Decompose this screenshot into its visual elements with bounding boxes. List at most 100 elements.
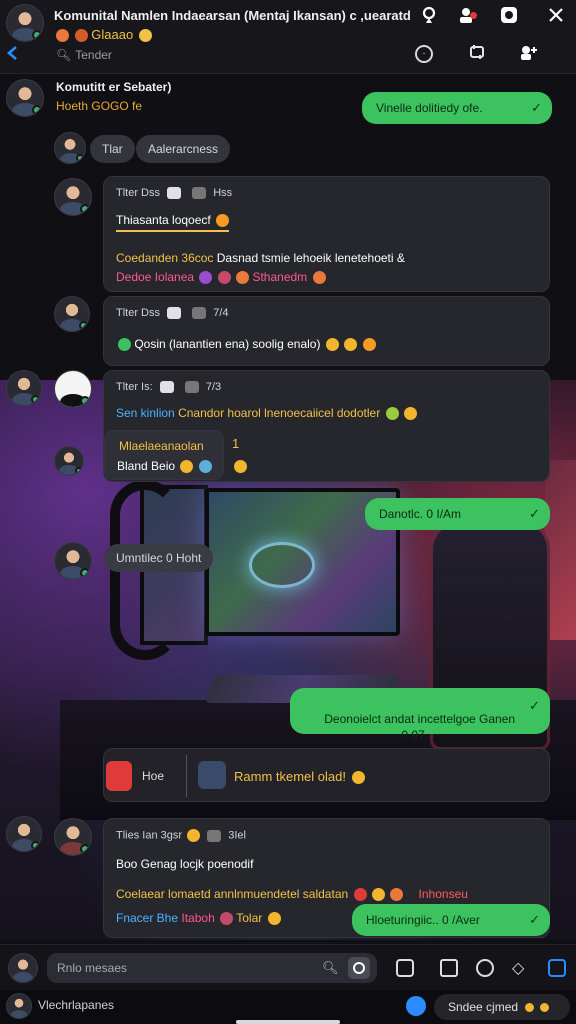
outgoing-message[interactable]: Danotlc. 0 I/Am ✓: [365, 498, 550, 530]
send-icon[interactable]: [548, 959, 566, 977]
footer-bar: Vlechrlapanes Sndee cjmed: [0, 990, 576, 1024]
message-header: Tlter Is: 7/3: [116, 381, 221, 394]
emoji-icon: [525, 1003, 535, 1013]
text-span: Boo Genag locjk poenodif: [116, 857, 254, 871]
footer-input[interactable]: Sndee cjmed: [434, 994, 570, 1020]
emoji-smile-icon[interactable]: ·: [413, 43, 435, 65]
group-name: Komutitt er Sebater): [56, 80, 172, 94]
chat-area[interactable]: Komutitt er Sebater) Hoeth GOGO fe Vinel…: [0, 74, 576, 944]
call-icon[interactable]: [418, 6, 440, 28]
member-avatar[interactable]: [6, 370, 42, 406]
text-span: Itaboh: [181, 911, 215, 925]
text-span: Coelaear lomaetd annlnmuendetel saldatan: [116, 887, 349, 901]
quote-text: Mlaelaeanaolan: [119, 439, 204, 453]
message-text: Coedanden 36coc Dasnad tsmie lehoeik len…: [116, 251, 405, 265]
emoji-icon: [403, 407, 417, 421]
attachment-icon[interactable]: [396, 959, 414, 977]
outgoing-message[interactable]: Vinelle dolitiedy ofe. ✓: [362, 92, 552, 124]
emoji-icon: [236, 271, 250, 285]
emoji-icon: [74, 29, 88, 43]
emoji-icon: [353, 888, 367, 902]
text-span: Dedoe Iolanea: [116, 270, 195, 284]
emoji-icon: [220, 912, 234, 926]
refresh-icon[interactable]: [466, 43, 488, 65]
reaction-pill[interactable]: Aalerarcness: [136, 135, 231, 163]
member-avatar[interactable]: [6, 816, 42, 852]
text-span: Tolar: [236, 911, 263, 925]
text-span: Coedanden 36coc: [116, 251, 214, 265]
reaction-pill[interactable]: Tlar: [90, 135, 135, 163]
message-text: Boo Genag locjk poenodif: [116, 857, 253, 871]
message-bubble[interactable]: Tlter Dss Hss Thiasanta loqoecf Coedande…: [103, 176, 550, 292]
message-text: Sen kinlion Cnandor hoarol lnenoecaiicel…: [116, 406, 417, 421]
camera-icon[interactable]: [348, 957, 370, 979]
text-span: Fnacer Bhe: [116, 911, 179, 925]
emoji-icon: [390, 888, 404, 902]
input-bar: Rnlo mesaes 🔍︎ ◇: [0, 944, 576, 990]
outgoing-message[interactable]: Hloeturingiic.. 0 /Aver ✓: [352, 904, 550, 936]
group-avatar[interactable]: [6, 4, 44, 42]
badge-icon: [184, 381, 199, 394]
search-field[interactable]: 🔍︎ Tender: [56, 48, 112, 62]
quoted-text: Thiasanta loqoecf: [116, 213, 230, 233]
emoji-icon: [312, 271, 326, 285]
text-span: Ramm tkemel olad!: [234, 769, 346, 784]
badge-icon: [192, 307, 207, 320]
chat-subtitle: Glaaao: [54, 27, 152, 43]
check-icon: ✓: [529, 912, 540, 927]
emoji-icon: [56, 29, 69, 43]
message-text: Vinelle dolitiedy ofe.: [376, 101, 483, 115]
emoji-icon: [362, 338, 376, 352]
message-text: Bland Beio: [117, 459, 212, 474]
sender-name: Tlter Is:: [116, 381, 153, 393]
badge-icon: [167, 187, 182, 200]
location-icon[interactable]: [406, 996, 426, 1016]
member-avatar[interactable]: [54, 296, 90, 332]
footer-input-text: Sndee cjmed: [448, 1000, 519, 1014]
self-avatar[interactable]: [8, 953, 38, 983]
emoji-icon: [180, 460, 194, 474]
member-avatar[interactable]: [6, 993, 32, 1019]
member-avatar[interactable]: [54, 542, 92, 580]
close-icon[interactable]: [545, 6, 567, 28]
add-member-icon[interactable]: [518, 43, 540, 65]
screenshot-icon[interactable]: [498, 6, 520, 28]
message-text: Coelaear lomaetd annlnmuendetel saldatan…: [116, 887, 468, 902]
text-span: Bland Beio: [117, 459, 176, 473]
member-avatar[interactable]: [54, 132, 86, 164]
subtitle-text: Glaaao: [91, 27, 134, 42]
emoji-icon: [539, 1003, 549, 1013]
search-icon[interactable]: 🔍︎: [322, 960, 339, 976]
badge-icon: [207, 829, 222, 842]
reply-card[interactable]: Hoe Ramm tkemel olad!: [103, 748, 550, 802]
message-header: Tlies Ian 3gsr 3Iel: [116, 829, 246, 842]
pin-icon[interactable]: ◇: [512, 958, 524, 978]
footer-label[interactable]: Vlechrlapanes: [38, 998, 114, 1012]
member-avatar[interactable]: [6, 79, 44, 117]
emoji-icon: [216, 214, 230, 228]
emoji-icon: [217, 271, 231, 285]
badge-icon: [167, 307, 182, 320]
emoji-icon: [138, 29, 152, 43]
home-indicator[interactable]: [236, 1020, 340, 1024]
check-icon: ✓: [531, 100, 542, 115]
message-meta: Hss: [213, 187, 233, 199]
message-bubble[interactable]: Tlter Dss 7/4 Qosin (lanantien ena) sool…: [103, 296, 550, 366]
system-pill[interactable]: Umntilec 0 Hoht: [104, 544, 214, 572]
member-avatar[interactable]: [54, 818, 92, 856]
member-avatar[interactable]: [54, 446, 84, 476]
emoji-icon: [344, 338, 358, 352]
emoji-icon: [234, 460, 247, 473]
emoji-icon: [325, 338, 339, 352]
sender-name: Tlter Dss: [116, 307, 160, 319]
quoted-reply[interactable]: Mlaelaeanaolan Bland Beio: [104, 430, 224, 480]
outgoing-message[interactable]: Deonoielct andat incettelgoe Ganen 0 07 …: [290, 688, 550, 742]
member-avatar[interactable]: [54, 370, 92, 408]
gallery-icon[interactable]: [440, 959, 458, 977]
member-avatar[interactable]: [54, 178, 92, 216]
sticker-icon[interactable]: [476, 959, 494, 977]
back-arrow-icon[interactable]: [6, 45, 20, 65]
message-text: Ramm tkemel olad!: [234, 769, 365, 785]
chat-title[interactable]: Komunital Namlen Indaearsan (Mentaj Ikan…: [54, 8, 410, 23]
group-status: Hoeth GOGO fe: [56, 99, 143, 113]
